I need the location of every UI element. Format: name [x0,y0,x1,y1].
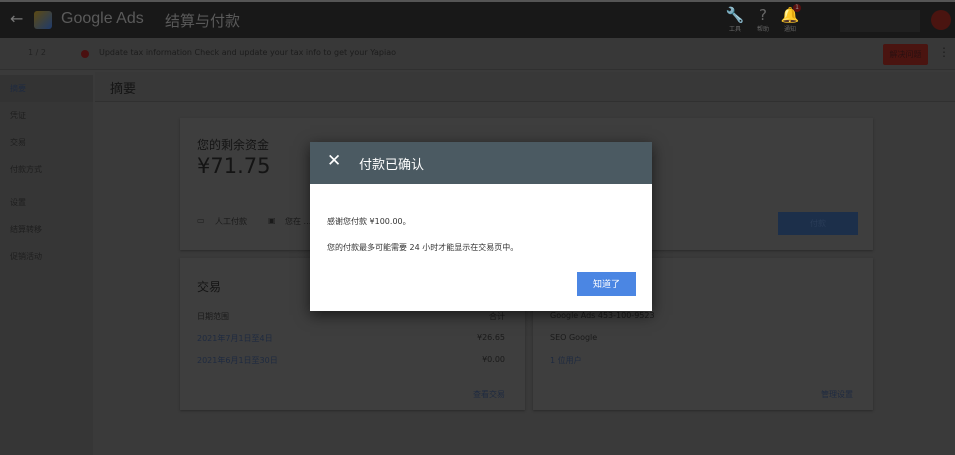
back-arrow-icon[interactable]: ← [10,9,23,28]
notification-pager[interactable]: 1 / 2 [28,48,46,57]
funds-label: 您的剩余资金 [197,138,270,152]
account-id-text: Google Ads 453-100-9523 [550,311,655,320]
notification-message: Update tax information Check and update … [99,48,396,57]
manage-settings-link[interactable]: 管理设置 [821,389,853,400]
date-range-header: 日期范围 [197,312,229,321]
account-name: SEO Google [550,333,853,342]
date-range-link[interactable]: 2021年6月1日至30日 [197,355,278,366]
total-header: 合计 [489,312,505,321]
table-header: 日期范围 合计 [197,311,505,322]
page-title: 摘要 [110,82,137,97]
dialog-header: ✕ 付款已确认 [310,142,652,184]
total-value: ¥26.65 [477,333,505,342]
dialog-title: 付款已确认 [359,158,425,173]
payment-confirmed-dialog: ✕ 付款已确认 感谢您付款 ¥100.00。 您的付款最多可能需要 24 小时才… [310,142,652,311]
pay-button[interactable]: 付款 [778,212,858,235]
notification-bar: 1 / 2 Update tax information Check and u… [0,38,955,70]
notification-badge: 1 [793,4,801,12]
notifications-button[interactable]: 🔔 1 通知 [775,4,805,33]
sidebar-item-billing-transfer[interactable]: 结算转移 [0,216,93,243]
help-label: 帮助 [756,26,769,33]
transactions-title: 交易 [197,280,222,294]
avatar[interactable] [931,10,951,30]
sidebar-item-payment-methods[interactable]: 付款方式 [0,156,93,183]
google-ads-logo [34,11,52,29]
funds-amount: ¥71.75 [197,154,271,178]
sidebar-item-documents[interactable]: 凭证 [0,102,93,129]
account-id: Google Ads 453-100-9523 [550,311,853,320]
page-title-bar: 摘要 [95,72,955,102]
got-it-button[interactable]: 知道了 [577,272,636,296]
users-row: 1 位用户 [550,355,853,366]
sidebar-item-promotions[interactable]: 促销活动 [0,243,93,270]
billing-info-label: 您在 ... [285,217,312,226]
account-name-text: SEO Google [550,333,598,342]
users-link[interactable]: 1 位用户 [550,355,582,366]
tools-label: 工具 [728,26,741,33]
total-value: ¥0.00 [482,355,505,364]
sidebar: 摘要 凭证 交易 付款方式 设置 结算转移 促销活动 [0,75,93,455]
sidebar-item-summary[interactable]: 摘要 [0,75,93,102]
view-transactions-link[interactable]: 查看交易 [473,389,505,400]
tools-button[interactable]: 🔧 工具 [720,6,750,33]
account-switcher[interactable] [840,10,920,32]
page-section-title: 结算与付款 [165,12,241,30]
dialog-message: 感谢您付款 ¥100.00。 [327,217,411,226]
dialog-note: 您的付款最多可能需要 24 小时才能显示在交易页中。 [327,243,519,252]
sidebar-item-settings[interactable]: 设置 [0,189,93,216]
fix-issue-button[interactable]: 解决问题 [883,44,928,65]
manual-payment-label: 人工付款 [215,217,247,226]
table-row: 2021年6月1日至30日 ¥0.00 [197,355,505,366]
close-icon[interactable]: ✕ [327,151,341,171]
help-icon: ? [759,6,767,24]
alert-icon [81,50,89,58]
card-icon: ▭ [197,216,205,225]
more-vert-icon[interactable]: ⋮ [938,45,950,59]
help-button[interactable]: ? 帮助 [748,6,778,33]
table-row: 2021年7月1日至4日 ¥26.65 [197,333,505,344]
date-range-link[interactable]: 2021年7月1日至4日 [197,333,273,344]
top-bar: ← Google Ads 结算与付款 🔧 工具 ? 帮助 🔔 1 通知 [0,0,955,38]
sidebar-item-transactions[interactable]: 交易 [0,129,93,156]
brand-name: Google Ads [61,10,144,27]
wrench-icon: 🔧 [725,6,745,24]
notifications-label: 通知 [783,26,796,33]
calendar-icon: ▣ [268,216,276,225]
